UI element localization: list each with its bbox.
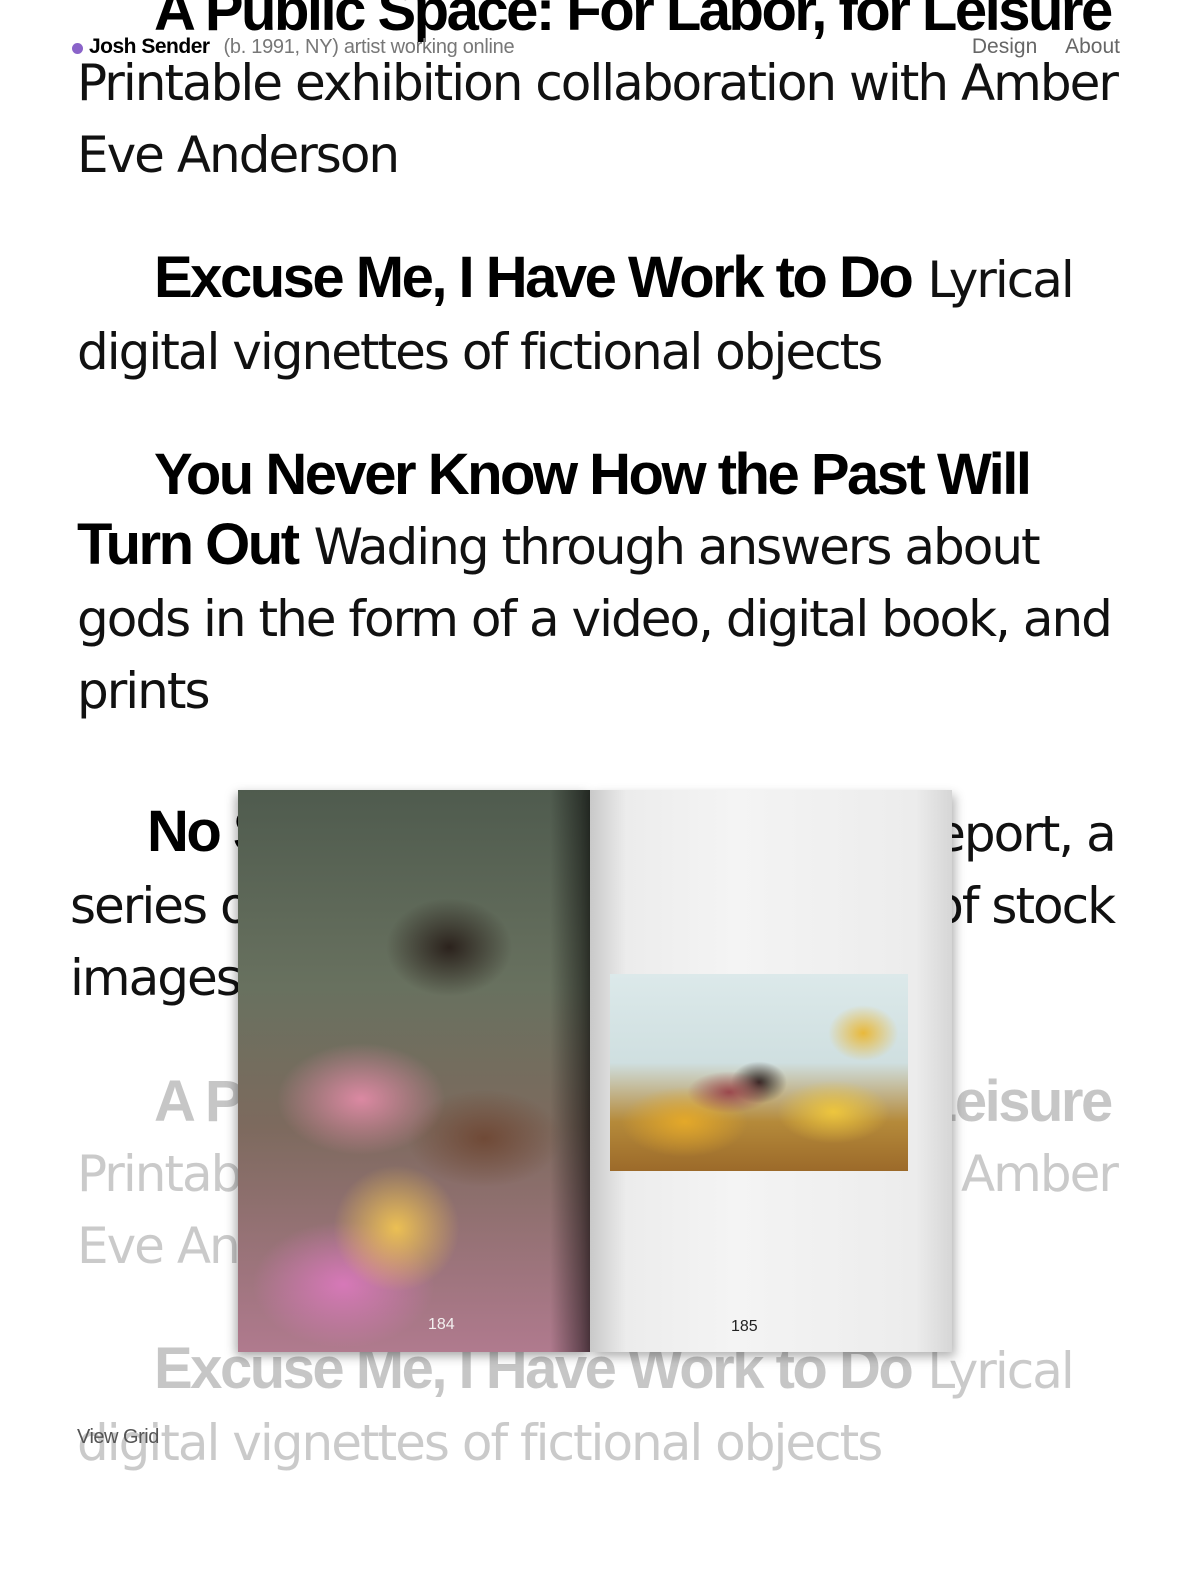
project-entry[interactable]: You Never Know How the Past Will Turn Ou… [77, 440, 1122, 726]
site-name[interactable]: Josh Sender [89, 35, 210, 59]
book-plate-image [610, 974, 908, 1171]
brand-dot-icon [72, 42, 83, 54]
project-preview-book: 184 185 [238, 790, 952, 1370]
project-entry[interactable]: Excuse Me, I Have Work to Do Lyrical dig… [77, 243, 1122, 387]
project-description: Printable exhibition collaboration with … [77, 54, 1119, 184]
artist-bio: (b. 1991, NY) artist working online [223, 35, 515, 58]
book-page-painting [238, 790, 590, 1352]
brand[interactable]: Josh Sender (b. 1991, NY) artist working… [72, 35, 515, 59]
book-page-right [590, 790, 952, 1352]
main-nav: Design About [950, 35, 1120, 59]
page-number-left: 184 [428, 1316, 455, 1333]
site-header: Josh Sender (b. 1991, NY) artist working… [0, 0, 1200, 70]
nav-design-link[interactable]: Design [972, 35, 1037, 58]
view-grid-button[interactable]: View Grid [77, 1426, 159, 1449]
project-title[interactable]: Excuse Me, I Have Work to Do [154, 245, 914, 310]
nav-about-link[interactable]: About [1065, 35, 1120, 58]
page-number-right: 185 [731, 1318, 758, 1335]
